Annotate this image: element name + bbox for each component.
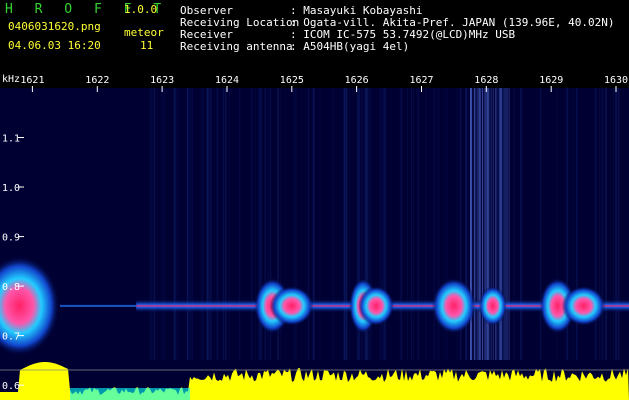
file-datetime: 04.06.03 16:20 — [8, 39, 101, 52]
noise-streak — [209, 88, 212, 360]
noise-streak — [161, 88, 163, 360]
noise-streak — [313, 88, 315, 360]
info-key-antenna: Receiving antenna — [180, 40, 293, 53]
noise-streak — [476, 88, 478, 360]
x-tick-label: 1623 — [150, 75, 174, 86]
noise-streak — [400, 88, 403, 360]
noise-streak — [513, 88, 515, 360]
meteor-ping — [269, 285, 314, 326]
meteor-label: meteor — [124, 26, 164, 39]
info-value-antenna: : A504HB(yagi 4el) — [290, 40, 410, 53]
noise-streak — [187, 88, 189, 360]
level-alt-segment — [70, 388, 190, 400]
meteor-ping — [478, 285, 507, 326]
y-tick-label: 1.1 — [2, 134, 20, 145]
y-tick-label: 0.9 — [2, 233, 20, 244]
noise-streak — [617, 88, 620, 360]
y-tick-label: 0.8 — [2, 282, 20, 293]
noise-streak — [154, 88, 156, 360]
x-tick-label: 1621 — [20, 75, 44, 86]
noise-streak — [520, 88, 522, 360]
noise-streak — [503, 88, 505, 360]
noise-streak — [228, 88, 231, 360]
noise-streak — [521, 88, 523, 360]
noise-streak — [174, 88, 176, 360]
noise-streak — [504, 88, 506, 360]
noise-streak — [343, 88, 346, 360]
noise-streak — [189, 88, 190, 360]
noise-streak — [222, 88, 225, 360]
noise-streak — [208, 88, 210, 360]
carrier-trace — [60, 304, 137, 307]
meteor-count: 11 — [140, 39, 154, 52]
noise-streak — [507, 88, 509, 360]
noise-streak — [251, 88, 253, 360]
y-tick-label: 0.6 — [2, 381, 20, 392]
y-tick-label: 0.7 — [2, 332, 20, 343]
noise-streak — [206, 88, 208, 360]
x-tick-label: 1627 — [410, 75, 434, 86]
x-tick-label: 1622 — [85, 75, 109, 86]
noise-streak — [214, 88, 215, 360]
noise-streak — [238, 88, 241, 360]
x-tick-label: 1630 — [604, 75, 628, 86]
noise-streak — [540, 88, 542, 360]
noise-streak — [217, 88, 219, 360]
noise-streak — [508, 88, 510, 360]
noise-streak — [332, 88, 335, 360]
noise-streak — [478, 88, 480, 360]
meteor-ping — [358, 285, 395, 326]
noise-streak — [418, 88, 419, 360]
noise-streak — [407, 88, 408, 360]
noise-streak — [224, 88, 227, 360]
noise-streak — [190, 88, 192, 360]
noise-streak — [254, 88, 256, 360]
noise-streak — [425, 88, 427, 360]
meteor-ping — [561, 285, 606, 326]
noise-streak — [479, 88, 481, 360]
meteor-ping — [431, 277, 476, 334]
file-name: 0406031620.png — [8, 20, 101, 33]
noise-streak — [601, 88, 602, 360]
noise-streak — [192, 88, 193, 360]
noise-streak — [150, 88, 152, 360]
noise-streak — [613, 88, 615, 360]
noise-streak — [410, 88, 412, 360]
noise-streak — [602, 88, 604, 360]
x-tick-label: 1626 — [345, 75, 369, 86]
noise-streak — [605, 88, 607, 360]
x-tick-label: 1629 — [539, 75, 563, 86]
noise-streak — [318, 88, 321, 360]
noise-streak — [346, 88, 348, 360]
noise-streak — [151, 88, 153, 360]
noise-streak — [176, 88, 178, 360]
noise-streak — [413, 88, 415, 360]
noise-streak — [475, 88, 477, 360]
x-tick-label: 1625 — [280, 75, 304, 86]
x-tick-label: 1624 — [215, 75, 239, 86]
y-tick-label: 1.0 — [2, 183, 20, 194]
noise-streak — [203, 88, 204, 360]
y-axis-label: kHz — [2, 74, 20, 85]
noise-streak — [473, 88, 475, 360]
noise-streak — [201, 88, 203, 360]
app-version: 1.0.0 — [124, 3, 158, 16]
spectrogram-chart: 1621 1622 1623 1624 1625 1626 1627 1628 1629 1630… — [0, 74, 629, 400]
x-tick-label: 1628 — [474, 75, 498, 86]
noise-streak — [398, 88, 399, 360]
header-panel: H R O F F T 1.0.0 0406031620.png 04.06.0… — [0, 0, 629, 70]
noise-streak — [506, 88, 508, 360]
noise-streak — [163, 88, 165, 360]
noise-streak — [615, 88, 617, 360]
